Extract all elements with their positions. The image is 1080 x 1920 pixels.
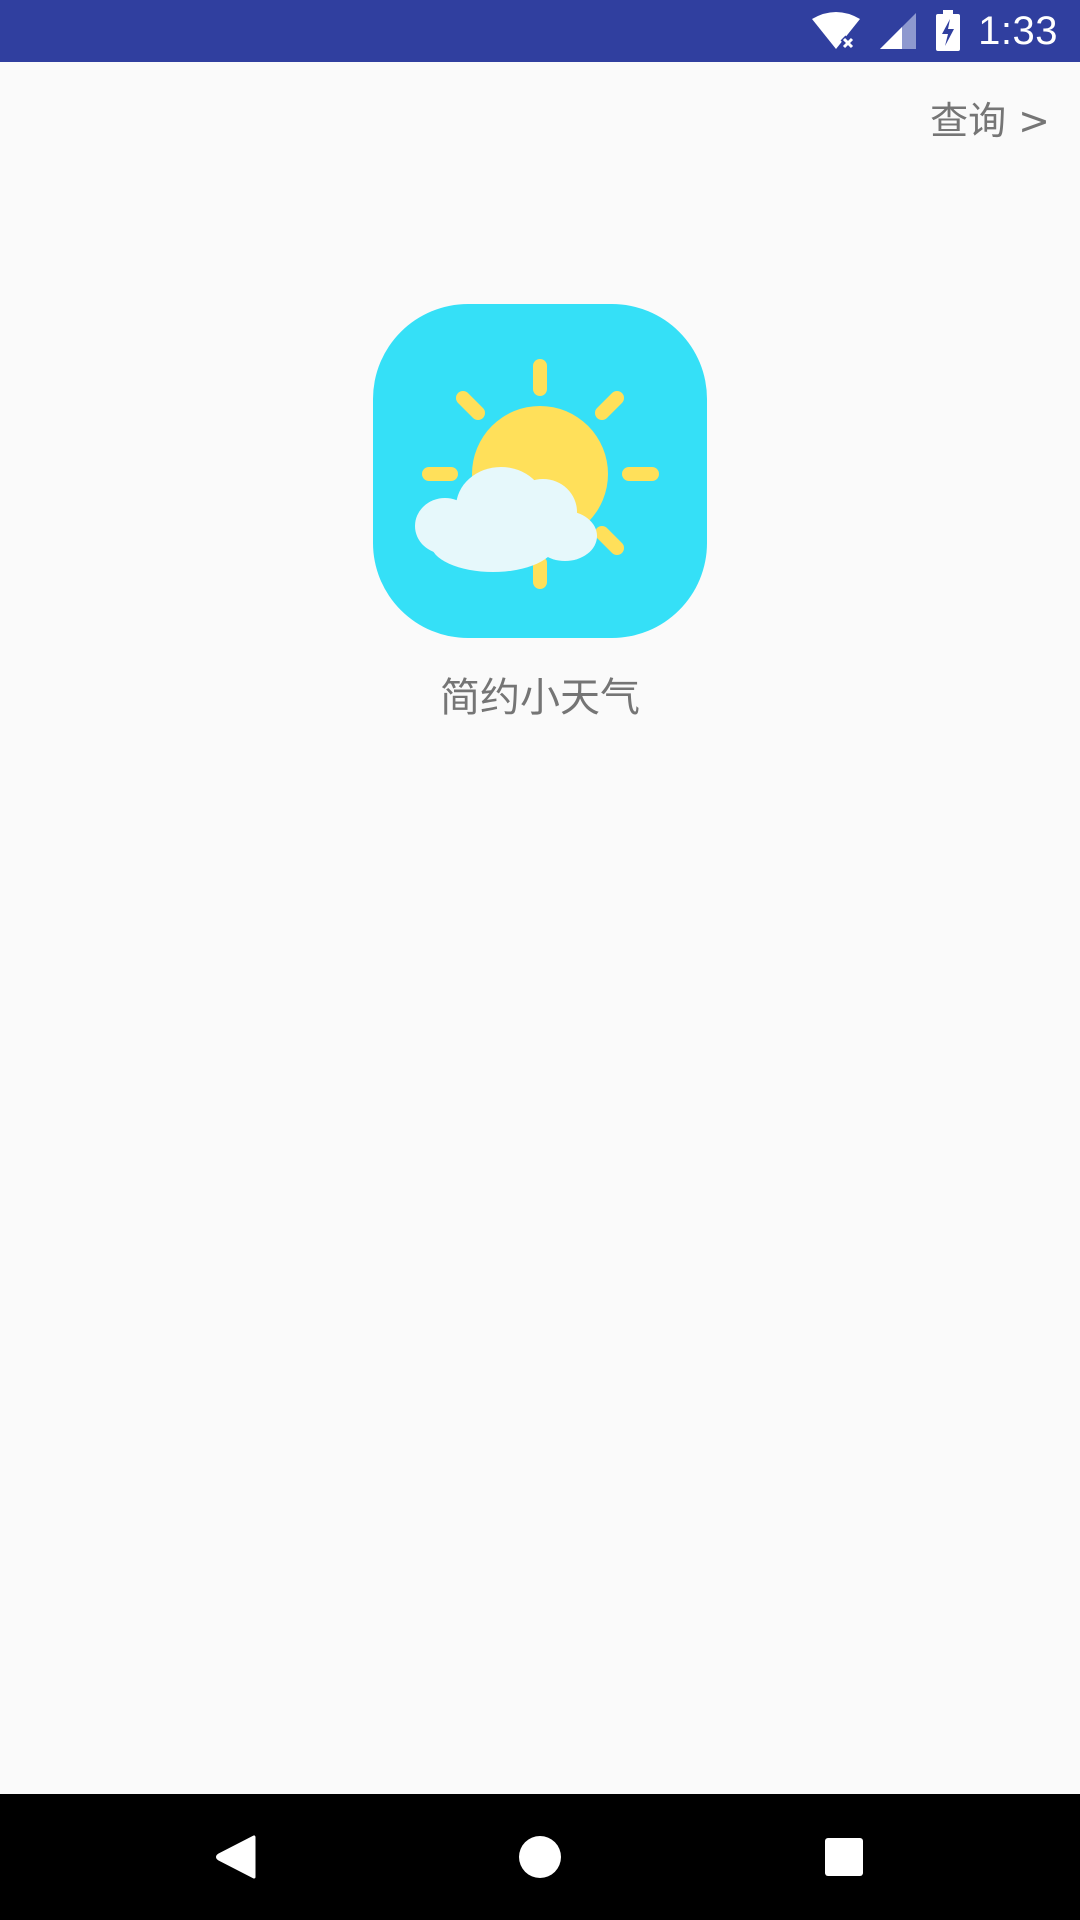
back-button[interactable] — [166, 1794, 306, 1920]
home-button[interactable] — [470, 1794, 610, 1920]
cell-signal-icon — [880, 13, 917, 49]
query-link[interactable]: 查询 > — [930, 90, 1050, 145]
back-icon — [216, 1835, 256, 1879]
recents-button[interactable] — [774, 1794, 914, 1920]
status-icons: 1:33 — [810, 0, 1058, 62]
navigation-bar — [0, 1794, 1080, 1920]
sun-behind-cloud-icon — [373, 304, 707, 638]
recents-icon — [825, 1838, 863, 1876]
status-time: 1:33 — [978, 8, 1058, 53]
app-name: 简约小天气 — [440, 675, 640, 721]
battery-charging-icon — [936, 10, 961, 51]
home-icon — [519, 1836, 561, 1878]
wifi-no-internet-icon — [812, 12, 861, 51]
status-bar: 1:33 — [0, 0, 1080, 62]
